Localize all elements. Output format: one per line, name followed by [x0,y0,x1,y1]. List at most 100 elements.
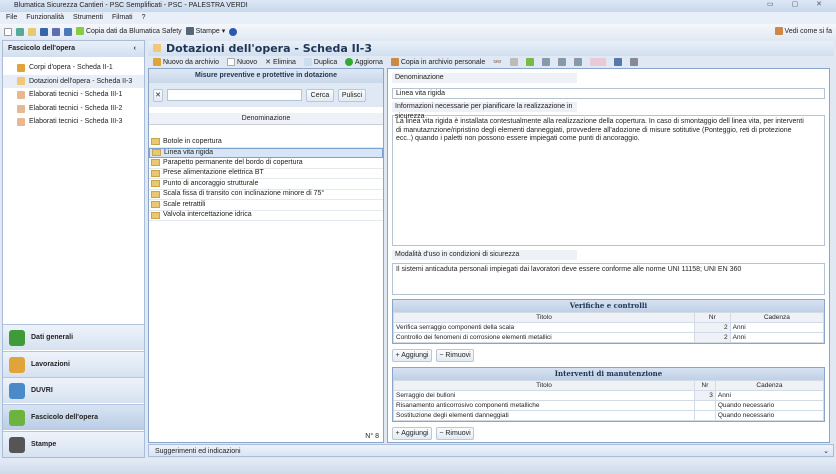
layout-icon[interactable] [541,58,550,66]
name-input[interactable]: Linea vita rigida [392,88,825,99]
table-row[interactable]: Risanamento anticorrosivo componenti met… [393,400,825,411]
window-controls[interactable]: ▭ ▢ ✕ [767,0,830,8]
maintenance-grid: Interventi di manutenzione Titolo Nr Caden… [392,367,825,422]
nav-dati-generali[interactable]: Dati generali [3,324,144,350]
binoculars-icon[interactable]: 👓 [493,58,502,66]
cell-cadenza[interactable]: Anni [729,332,825,343]
cell-nr[interactable]: 3 [694,390,716,401]
new-button[interactable]: Nuovo [226,58,257,66]
list-item[interactable]: Punto di ancoraggio strutturale [149,179,383,190]
col-nr[interactable]: Nr [694,380,716,391]
col-cadenza[interactable]: Cadenza [714,380,825,391]
cell-titolo[interactable]: Controllo dei fenomeni di corrosione ele… [393,332,695,343]
col-titolo[interactable]: Titolo [393,380,695,391]
column-header[interactable]: Denominazione [149,113,383,125]
tree-item-elaborati-2[interactable]: Elaborati tecnici - Scheda III-2 [3,102,144,116]
cell-cadenza[interactable]: Anni [714,390,825,401]
nav-duvri[interactable]: DUVRI [3,377,144,403]
cell-titolo[interactable]: Sostituzione degli elementi danneggiati [393,410,695,421]
nav-label: Stampe [31,441,57,448]
menu-file[interactable]: File [6,14,17,21]
cell-titolo[interactable]: Risanamento anticorrosivo componenti met… [393,400,695,411]
copy-safety-button[interactable]: Copia dati da Blumatica Safety [76,24,182,39]
tree-item-dotazioni[interactable]: Dotazioni dell'opera - Scheda II-3 [3,74,144,89]
separator-icon[interactable] [589,58,606,66]
refresh-button[interactable]: Aggiorna [345,58,383,66]
hints-label: Suggerimenti ed indicazioni [155,448,241,455]
list-item[interactable]: Valvola intercettazione idrica [149,211,383,221]
tree-item-elaborati-3[interactable]: Elaborati tecnici - Scheda III-3 [3,115,144,129]
col-nr[interactable]: Nr [694,312,731,323]
table-row[interactable]: Verifica serraggio componenti della scal… [393,322,825,333]
cell-titolo[interactable]: Verifica serraggio componenti della scal… [393,322,695,333]
cell-nr[interactable] [694,400,716,411]
menu-help[interactable]: ? [142,14,146,21]
list-item[interactable]: Linea vita rigida [149,147,383,158]
col-titolo[interactable]: Titolo [393,312,695,323]
cell-cadenza[interactable]: Anni [729,322,825,333]
export-icon[interactable] [525,58,534,66]
save-all-icon[interactable] [52,27,60,36]
list-item[interactable]: Scale retrattili [149,200,383,211]
new-from-archive-button[interactable]: Nuovo da archivio [153,58,219,66]
grid-icon[interactable] [557,58,566,66]
info-textarea[interactable]: La linea vita rigida è installata contes… [392,115,825,246]
new-icon[interactable] [4,27,12,36]
col-cadenza[interactable]: Cadenza [729,312,825,323]
nav-lavorazioni[interactable]: Lavorazioni [3,351,144,377]
collapse-icon[interactable]: ‹ [134,41,136,57]
tree-item-elaborati-1[interactable]: Elaborati tecnici - Scheda III-1 [3,88,144,102]
remove-check-button[interactable]: − Rimuovi [436,349,474,362]
how-to-button[interactable]: Vedi come si fa [774,24,832,39]
use-textarea[interactable]: Il sistemi anticaduta personali impiegat… [392,263,825,295]
tree-icon[interactable] [16,27,24,36]
label: Aggiungi [401,352,429,359]
list-item[interactable]: Prese alimentazione elettrica BT [149,169,383,179]
item-label: Scala fissa di transito con inclinazione… [163,190,325,197]
clear-filter-icon[interactable]: ✕ [153,88,163,102]
clear-button[interactable]: Pulisci [338,88,366,102]
cell-cadenza[interactable]: Quando necessario [714,400,825,411]
printer-icon[interactable] [629,58,638,66]
cell-titolo[interactable]: Serraggio dei bulloni [393,390,695,401]
table-row[interactable]: Sostituzione degli elementi danneggiati Q… [393,410,825,421]
cell-nr[interactable]: 2 [694,332,731,343]
table-icon[interactable] [573,58,582,66]
print-button[interactable]: Stampe ▾ [185,24,225,39]
label: Aggiungi [401,430,429,437]
add-maintenance-button[interactable]: + Aggiungi [392,427,432,440]
menu-funzionalita[interactable]: Funzionalità [26,14,64,21]
table-row[interactable]: Controllo dei fenomeni di corrosione ele… [393,332,825,343]
search-button[interactable]: Cerca [306,88,334,102]
main-toolbar: Copia dati da Blumatica Safety Stampe ▾ … [0,24,836,39]
nav-stampe[interactable]: Stampe [3,431,144,457]
filter-icon[interactable] [509,58,518,66]
window-title: Blumatica Sicurezza Cantieri - PSC Sempl… [14,2,248,9]
chevron-down-icon[interactable]: ⌄ [823,445,829,458]
cell-nr[interactable] [694,410,716,421]
copy-archive-button[interactable]: Copia in archivio personale [390,58,485,66]
help-icon[interactable] [229,27,238,36]
hints-bar[interactable]: Suggerimenti ed indicazioni ⌄ [148,444,834,457]
window-icon[interactable] [613,58,622,66]
menu-strumenti[interactable]: Strumenti [73,14,103,21]
save-as-icon[interactable] [64,27,72,36]
add-check-button[interactable]: + Aggiungi [392,349,432,362]
open-icon[interactable] [28,27,36,36]
copy-label: Copia dati da Blumatica Safety [85,28,182,35]
delete-button[interactable]: ✕ Elimina [265,58,296,66]
sidebar-title: Fascicolo dell'opera [8,45,76,52]
list-item[interactable]: Parapetto permanente del bordo di copert… [149,158,383,169]
list-item[interactable]: Botole in copertura [149,137,383,148]
search-input[interactable] [167,89,302,101]
cell-cadenza[interactable]: Quando necessario [714,410,825,421]
list-item[interactable]: Scala fissa di transito con inclinazione… [149,190,383,200]
menu-filmati[interactable]: Filmati [112,14,133,21]
remove-maintenance-button[interactable]: − Rimuovi [436,427,474,440]
save-icon[interactable] [40,27,48,36]
cell-nr[interactable]: 2 [694,322,731,333]
tree-item-corpi[interactable]: Corpi d'opera - Scheda II-1 [3,61,144,75]
duplicate-button[interactable]: Duplica [303,58,337,66]
table-row[interactable]: Serraggio dei bulloni 3 Anni [393,390,825,401]
nav-fascicolo[interactable]: Fascicolo dell'opera [3,404,144,430]
